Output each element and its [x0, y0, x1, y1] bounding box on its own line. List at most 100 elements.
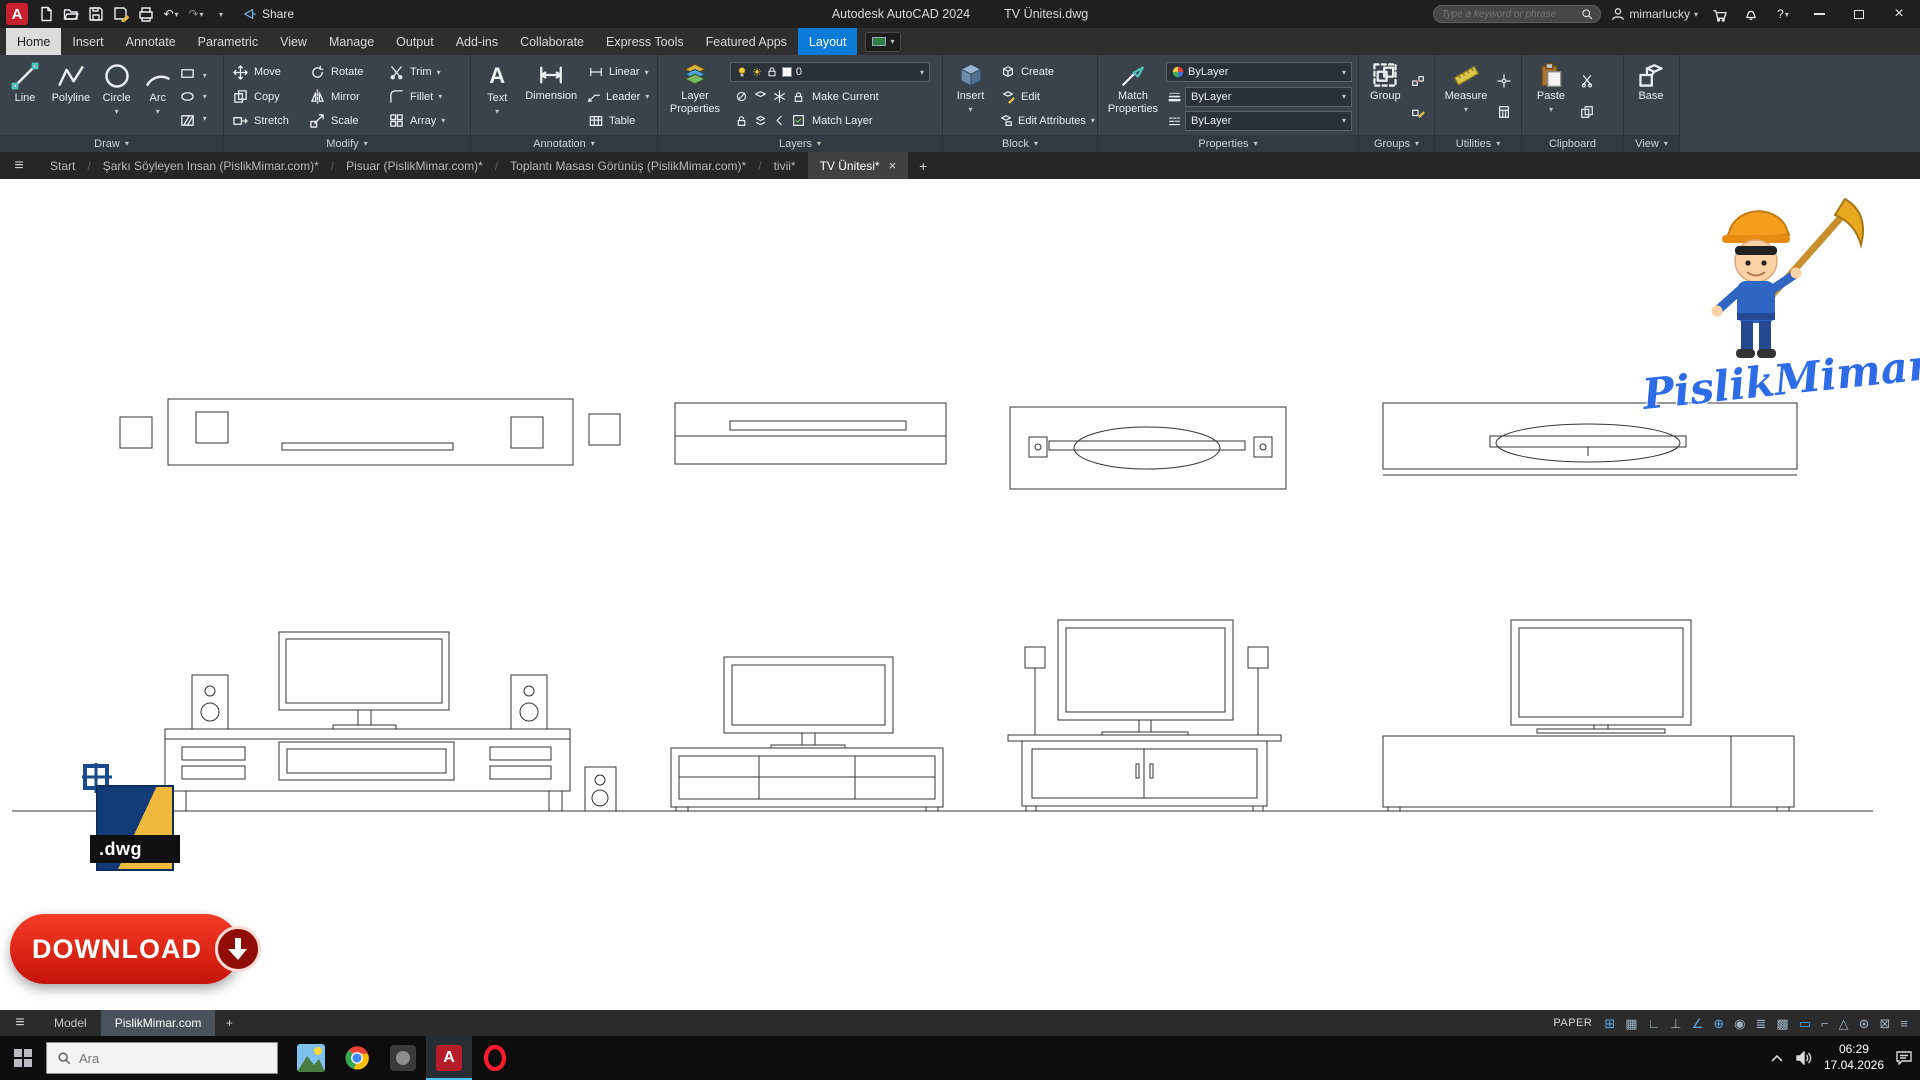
download-button[interactable]: DOWNLOAD	[10, 914, 240, 984]
account-menu[interactable]: mimarlucky ▾	[1611, 7, 1698, 21]
object-color-dropdown[interactable]: ByLayer ▾	[1166, 62, 1352, 82]
tv-unit-plan-1[interactable]	[120, 399, 620, 465]
panel-modify-footer[interactable]: Modify▾	[224, 135, 470, 152]
ortho-toggle[interactable]: ⊥	[1670, 1017, 1681, 1030]
hatch-flyout-caret[interactable]: ▾	[203, 114, 218, 123]
paste-button[interactable]: Paste ▾	[1527, 58, 1575, 135]
selection-cycling-toggle[interactable]: ▭	[1799, 1017, 1811, 1030]
file-tab-sarki-soyleyen-insan[interactable]: Şarkı Söyleyen Insan (PislikMimar.com)*	[91, 152, 331, 179]
hatch-tool-icon[interactable]	[179, 112, 196, 129]
fillet-button[interactable]: Fillet▾	[385, 87, 463, 107]
circle-button[interactable]: Circle ▾	[97, 58, 137, 135]
notifications-button[interactable]	[1740, 2, 1762, 26]
taskbar-app-gimp[interactable]	[380, 1036, 426, 1080]
open-file-button[interactable]	[60, 2, 82, 26]
snap-toggle[interactable]: ▦	[1625, 1017, 1637, 1030]
move-button[interactable]: Move	[229, 62, 303, 82]
taskbar-search-input[interactable]	[79, 1051, 267, 1066]
ribbon-tab-layout[interactable]: Layout	[798, 28, 858, 55]
layer-state-icon[interactable]	[790, 112, 807, 129]
ungroup-icon[interactable]	[1410, 72, 1427, 89]
tv-unit-plan-3[interactable]	[1010, 407, 1286, 489]
array-button[interactable]: Array▾	[385, 111, 463, 131]
app-store-button[interactable]	[1708, 2, 1730, 26]
osnap-toggle[interactable]: ⊕	[1713, 1017, 1724, 1030]
share-button[interactable]: Share	[243, 7, 294, 21]
autocad-logo[interactable]: A	[6, 3, 28, 25]
trim-button[interactable]: Trim▾	[385, 62, 463, 82]
file-tab-menu-button[interactable]: ≡	[0, 152, 38, 179]
cut-icon[interactable]	[1578, 72, 1595, 89]
save-as-button[interactable]	[110, 2, 132, 26]
new-drawing-tab-button[interactable]: +	[908, 152, 938, 179]
new-layout-button[interactable]: +	[215, 1010, 243, 1036]
group-button[interactable]: Group	[1364, 58, 1407, 135]
polyline-button[interactable]: Polyline	[48, 58, 94, 135]
layer-properties-button[interactable]: Layer Properties	[663, 58, 727, 135]
line-button[interactable]: Line	[5, 58, 45, 135]
qat-customize-button[interactable]: ▾	[210, 2, 232, 26]
layer-freeze-tool-icon[interactable]	[771, 88, 788, 105]
file-tab-tv-unitesi[interactable]: TV Ünitesi* ×	[808, 152, 909, 179]
ribbon-tab-view[interactable]: View	[269, 28, 318, 55]
panel-utilities-footer[interactable]: Utilities▾	[1435, 135, 1521, 152]
dimension-button[interactable]: Dimension	[521, 58, 581, 135]
panel-clipboard-footer[interactable]: Clipboard	[1522, 135, 1623, 152]
measure-button[interactable]: Measure ▾	[1440, 58, 1492, 135]
quick-calc-icon[interactable]	[1495, 104, 1512, 121]
drawing-canvas[interactable]	[0, 179, 1920, 1010]
taskbar-app-autocad[interactable]: A	[426, 1036, 472, 1080]
close-button[interactable]: ×	[1884, 0, 1914, 28]
panel-layers-footer[interactable]: Layers▾	[658, 135, 942, 152]
file-tab-toplanti-masasi[interactable]: Toplantı Masası Görünüş (PislikMimar.com…	[498, 152, 758, 179]
rectangle-flyout-caret[interactable]: ▾	[203, 71, 218, 80]
save-button[interactable]	[85, 2, 107, 26]
copy-button[interactable]: Copy	[229, 87, 303, 107]
notification-center-icon[interactable]	[1896, 1051, 1912, 1065]
help-search-input[interactable]	[1441, 9, 1576, 20]
layer-lock-tool-icon[interactable]	[790, 88, 807, 105]
taskbar-app-photos[interactable]	[288, 1036, 334, 1080]
layout-options-widget[interactable]: ▾	[865, 32, 901, 52]
ribbon-tab-express-tools[interactable]: Express Tools	[595, 28, 695, 55]
taskbar-app-chrome[interactable]	[334, 1036, 380, 1080]
help-button[interactable]: ?▾	[1772, 2, 1794, 26]
layer-walk-icon[interactable]	[752, 112, 769, 129]
model-tab[interactable]: Model	[40, 1010, 101, 1036]
volume-icon[interactable]	[1796, 1051, 1812, 1065]
taskbar-app-opera[interactable]	[472, 1036, 518, 1080]
annotation-scale-toggle[interactable]: △	[1839, 1017, 1849, 1030]
match-layer-button[interactable]: Match Layer	[730, 111, 930, 131]
arc-button[interactable]: Arc ▾	[140, 58, 176, 135]
panel-annotation-footer[interactable]: Annotation▾	[471, 135, 657, 152]
polar-toggle[interactable]: ∠	[1692, 1017, 1704, 1030]
file-tab-tivii[interactable]: tivii*	[762, 152, 808, 179]
taskbar-clock[interactable]: 06:29 17.04.2026	[1824, 1042, 1884, 1073]
ui-lock-toggle[interactable]: ⊠	[1880, 1017, 1891, 1030]
paper-space-label[interactable]: PAPER	[1553, 1017, 1592, 1029]
ellipse-tool-icon[interactable]	[179, 88, 196, 105]
ribbon-tab-insert[interactable]: Insert	[61, 28, 114, 55]
ucs-toggle[interactable]: ⌐	[1821, 1017, 1829, 1030]
start-button[interactable]	[0, 1036, 46, 1080]
help-search-field[interactable]	[1433, 5, 1601, 23]
ribbon-tab-featured-apps[interactable]: Featured Apps	[695, 28, 798, 55]
block-create-button[interactable]: Create	[996, 62, 1092, 82]
tv-unit-elevation-2[interactable]	[671, 657, 943, 811]
undo-button[interactable]: ↶▾	[160, 2, 182, 26]
insert-button[interactable]: Insert ▾	[948, 58, 993, 135]
tv-unit-elevation-3[interactable]	[1008, 620, 1281, 811]
grid-toggle[interactable]: ⊞	[1604, 1017, 1615, 1030]
transparency-toggle[interactable]: ▩	[1776, 1017, 1788, 1030]
ribbon-tab-addins[interactable]: Add-ins	[445, 28, 509, 55]
taskbar-search-field[interactable]	[46, 1042, 278, 1074]
layer-isolate-icon[interactable]	[752, 88, 769, 105]
linear-button[interactable]: Linear▾	[584, 62, 652, 82]
panel-view-footer[interactable]: View▾	[1624, 135, 1679, 152]
plot-button[interactable]	[135, 2, 157, 26]
panel-properties-footer[interactable]: Properties▾	[1098, 135, 1358, 152]
close-tab-icon[interactable]: ×	[889, 158, 897, 173]
infer-toggle[interactable]: ∟	[1648, 1017, 1661, 1030]
id-point-icon[interactable]	[1495, 72, 1512, 89]
lineweight-toggle[interactable]: ≣	[1756, 1017, 1767, 1030]
